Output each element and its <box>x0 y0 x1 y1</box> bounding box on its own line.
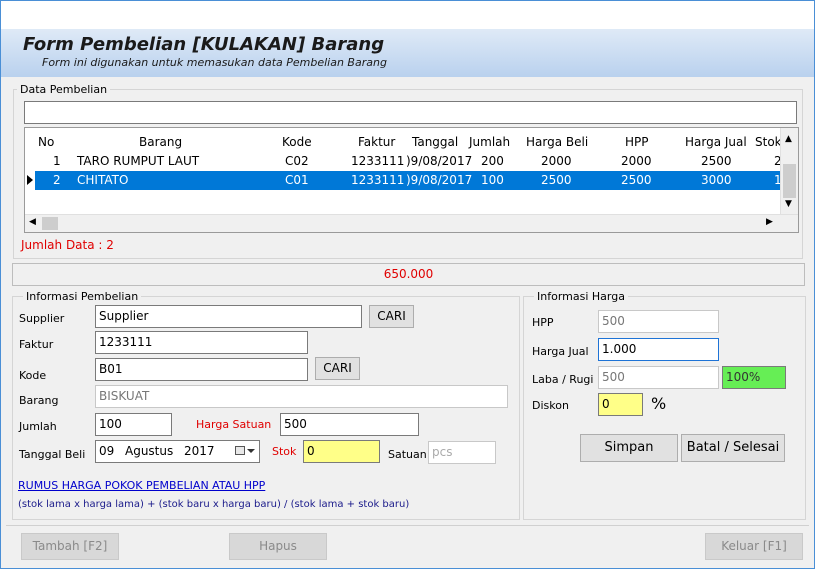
form-subtitle: Form ini digunakan untuk memasukan data … <box>42 56 387 69</box>
laba-rugi-label: Laba / Rugi <box>532 373 594 386</box>
harga-satuan-label: Harga Satuan <box>196 418 272 431</box>
table-row[interactable]: 2 CHITATO C01 1233111 )9/08/2017 100 250… <box>35 171 782 190</box>
rumus-hpp-text: (stok lama x harga lama) + (stok baru x … <box>18 499 410 510</box>
tanggal-beli-label: Tanggal Beli <box>19 448 86 461</box>
horizontal-scrollbar[interactable]: ◀ ▶ <box>25 214 798 232</box>
scroll-left-icon[interactable]: ◀ <box>29 217 36 227</box>
table-row[interactable]: 1 TARO RUMPUT LAUT C02 1233111 )9/08/201… <box>25 152 782 171</box>
supplier-label: Supplier <box>19 312 65 325</box>
kode-input[interactable]: B01 <box>95 358 308 381</box>
cell-tanggal: )9/08/2017 <box>406 154 473 168</box>
informasi-harga-label: Informasi Harga <box>534 290 628 303</box>
total-value: 650.000 <box>383 267 434 281</box>
col-kode[interactable]: Kode <box>282 135 312 149</box>
faktur-input[interactable]: 1233111 <box>95 331 308 354</box>
scroll-up-icon[interactable]: ▲ <box>785 134 792 144</box>
laba-rugi-input: 500 <box>598 366 719 389</box>
grid-header: No Barang Kode Faktur Tanggal Jumlah Har… <box>25 128 782 152</box>
hapus-button[interactable]: Hapus <box>229 533 327 560</box>
form-window: Form Pembelian [KULAKAN] Barang Form ini… <box>0 0 815 569</box>
diskon-percent-sign: % <box>651 394 667 413</box>
harga-jual-input[interactable]: 1.000 <box>598 338 719 361</box>
barang-input: BISKUAT <box>95 385 508 408</box>
cell-barang: CHITATO <box>77 173 129 187</box>
vertical-scrollbar[interactable]: ▲ ▼ <box>780 128 798 215</box>
tanggal-day: 09 <box>99 444 115 458</box>
cell-hpp: 2000 <box>621 154 652 168</box>
tambah-button[interactable]: Tambah [F2] <box>21 533 119 560</box>
form-header: Form Pembelian [KULAKAN] Barang Form ini… <box>1 29 814 77</box>
stok-input[interactable]: 0 <box>303 440 380 463</box>
total-bar: 650.000 <box>12 263 805 286</box>
cell-tanggal: )9/08/2017 <box>406 173 473 187</box>
diskon-input[interactable]: 0 <box>598 393 643 416</box>
data-pembelian-label: Data Pembelian <box>17 83 111 96</box>
keluar-button[interactable]: Keluar [F1] <box>705 533 803 560</box>
title-strip <box>1 1 814 29</box>
scroll-thumb[interactable] <box>783 164 796 198</box>
calendar-icon[interactable] <box>235 446 245 455</box>
barang-label: Barang <box>19 394 59 407</box>
chevron-down-icon[interactable] <box>247 449 255 453</box>
cell-no: 1 <box>53 154 61 168</box>
cari-supplier-button[interactable]: CARI <box>369 305 414 328</box>
hpp-input: 500 <box>598 310 719 333</box>
satuan-label: Satuan <box>388 448 427 461</box>
scroll-right-icon[interactable]: ▶ <box>766 217 773 227</box>
col-faktur[interactable]: Faktur <box>358 135 395 149</box>
faktur-label: Faktur <box>19 338 54 351</box>
row-pointer-icon <box>27 175 33 185</box>
cell-hpp: 2500 <box>621 173 652 187</box>
jumlah-label: Jumlah <box>19 420 57 433</box>
cell-jumlah: 100 <box>481 173 504 187</box>
cell-kode: C01 <box>285 173 309 187</box>
footer-separator <box>6 525 809 526</box>
cell-harga-beli: 2000 <box>541 154 572 168</box>
cell-kode: C02 <box>285 154 309 168</box>
harga-jual-label: Harga Jual <box>532 345 589 358</box>
col-jumlah[interactable]: Jumlah <box>469 135 510 149</box>
col-no[interactable]: No <box>38 135 54 149</box>
cell-faktur: 1233111 <box>351 154 405 168</box>
col-barang[interactable]: Barang <box>139 135 182 149</box>
batal-selesai-button[interactable]: Batal / Selesai <box>681 434 785 462</box>
rumus-hpp-link[interactable]: RUMUS HARGA POKOK PEMBELIAN ATAU HPP <box>18 479 265 492</box>
informasi-pembelian-label: Informasi Pembelian <box>23 290 142 303</box>
kode-label: Kode <box>19 369 47 382</box>
laba-percent-badge: 100% <box>722 366 786 389</box>
col-harga-beli[interactable]: Harga Beli <box>526 135 588 149</box>
jumlah-input[interactable]: 100 <box>95 413 172 436</box>
diskon-label: Diskon <box>532 399 569 412</box>
col-hpp[interactable]: HPP <box>625 135 649 149</box>
form-title: Form Pembelian [KULAKAN] Barang <box>23 34 385 55</box>
search-input[interactable] <box>24 101 797 124</box>
supplier-input[interactable]: Supplier <box>95 305 362 328</box>
cell-barang: TARO RUMPUT LAUT <box>77 154 200 168</box>
cell-faktur: 1233111 <box>351 173 405 187</box>
col-harga-jual[interactable]: Harga Jual <box>685 135 747 149</box>
cell-harga-jual: 2500 <box>701 154 732 168</box>
cell-jumlah: 200 <box>481 154 504 168</box>
hpp-label: HPP <box>532 316 554 329</box>
jumlah-data-label: Jumlah Data : 2 <box>21 238 114 252</box>
harga-satuan-input[interactable]: 500 <box>280 413 419 436</box>
stok-label: Stok <box>272 445 297 458</box>
tanggal-year: 2017 <box>184 444 215 458</box>
tanggal-month: Agustus <box>125 444 174 458</box>
pembelian-grid[interactable]: No Barang Kode Faktur Tanggal Jumlah Har… <box>24 127 799 233</box>
col-stok[interactable]: Stok <box>755 135 782 149</box>
cell-no: 2 <box>53 173 61 187</box>
hscroll-thumb[interactable] <box>42 217 58 230</box>
scroll-down-icon[interactable]: ▼ <box>785 199 792 209</box>
cell-harga-jual: 3000 <box>701 173 732 187</box>
cell-harga-beli: 2500 <box>541 173 572 187</box>
satuan-input[interactable]: pcs <box>428 441 496 464</box>
tanggal-beli-picker[interactable]: 09 Agustus 2017 <box>95 440 260 463</box>
cari-kode-button[interactable]: CARI <box>315 357 360 380</box>
col-tanggal[interactable]: Tanggal <box>412 135 458 149</box>
simpan-button[interactable]: Simpan <box>580 434 678 462</box>
